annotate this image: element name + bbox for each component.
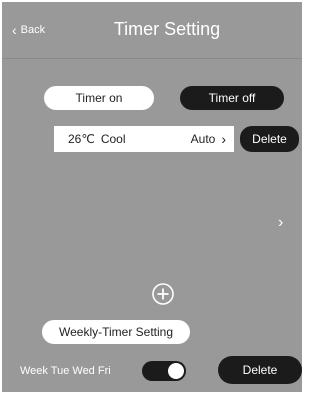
timer-entry-row[interactable]: 26℃ Cool Auto › <box>54 126 234 152</box>
timer-entry-fan: Auto <box>190 132 216 146</box>
title-bar: ‹ Back Timer Setting <box>2 2 302 58</box>
page-title: Timer Setting <box>113 19 221 39</box>
timer-setting-screen: ‹ Back Timer Setting Timer on Timer off … <box>2 2 302 392</box>
toggle-knob <box>168 363 184 379</box>
delete-weekly-timer-button[interactable]: Delete <box>218 356 302 384</box>
delete-timer-button[interactable]: Delete <box>240 126 299 152</box>
title-divider <box>2 58 302 59</box>
timer-on-tab[interactable]: Timer on <box>44 86 154 110</box>
chevron-right-icon[interactable]: › <box>278 214 283 232</box>
timer-entry-mode: Cool <box>100 132 126 146</box>
timer-entry-temperature: 26℃ <box>68 132 95 146</box>
chevron-right-icon: › <box>221 131 226 147</box>
timer-off-tab[interactable]: Timer off <box>180 86 284 110</box>
weekly-timer-toggle[interactable] <box>142 361 186 381</box>
weekly-timer-setting-button[interactable]: Weekly-Timer Setting <box>42 320 190 344</box>
plus-circle-icon[interactable] <box>151 282 175 306</box>
weekly-days-label: Week Tue Wed Fri <box>20 365 111 377</box>
